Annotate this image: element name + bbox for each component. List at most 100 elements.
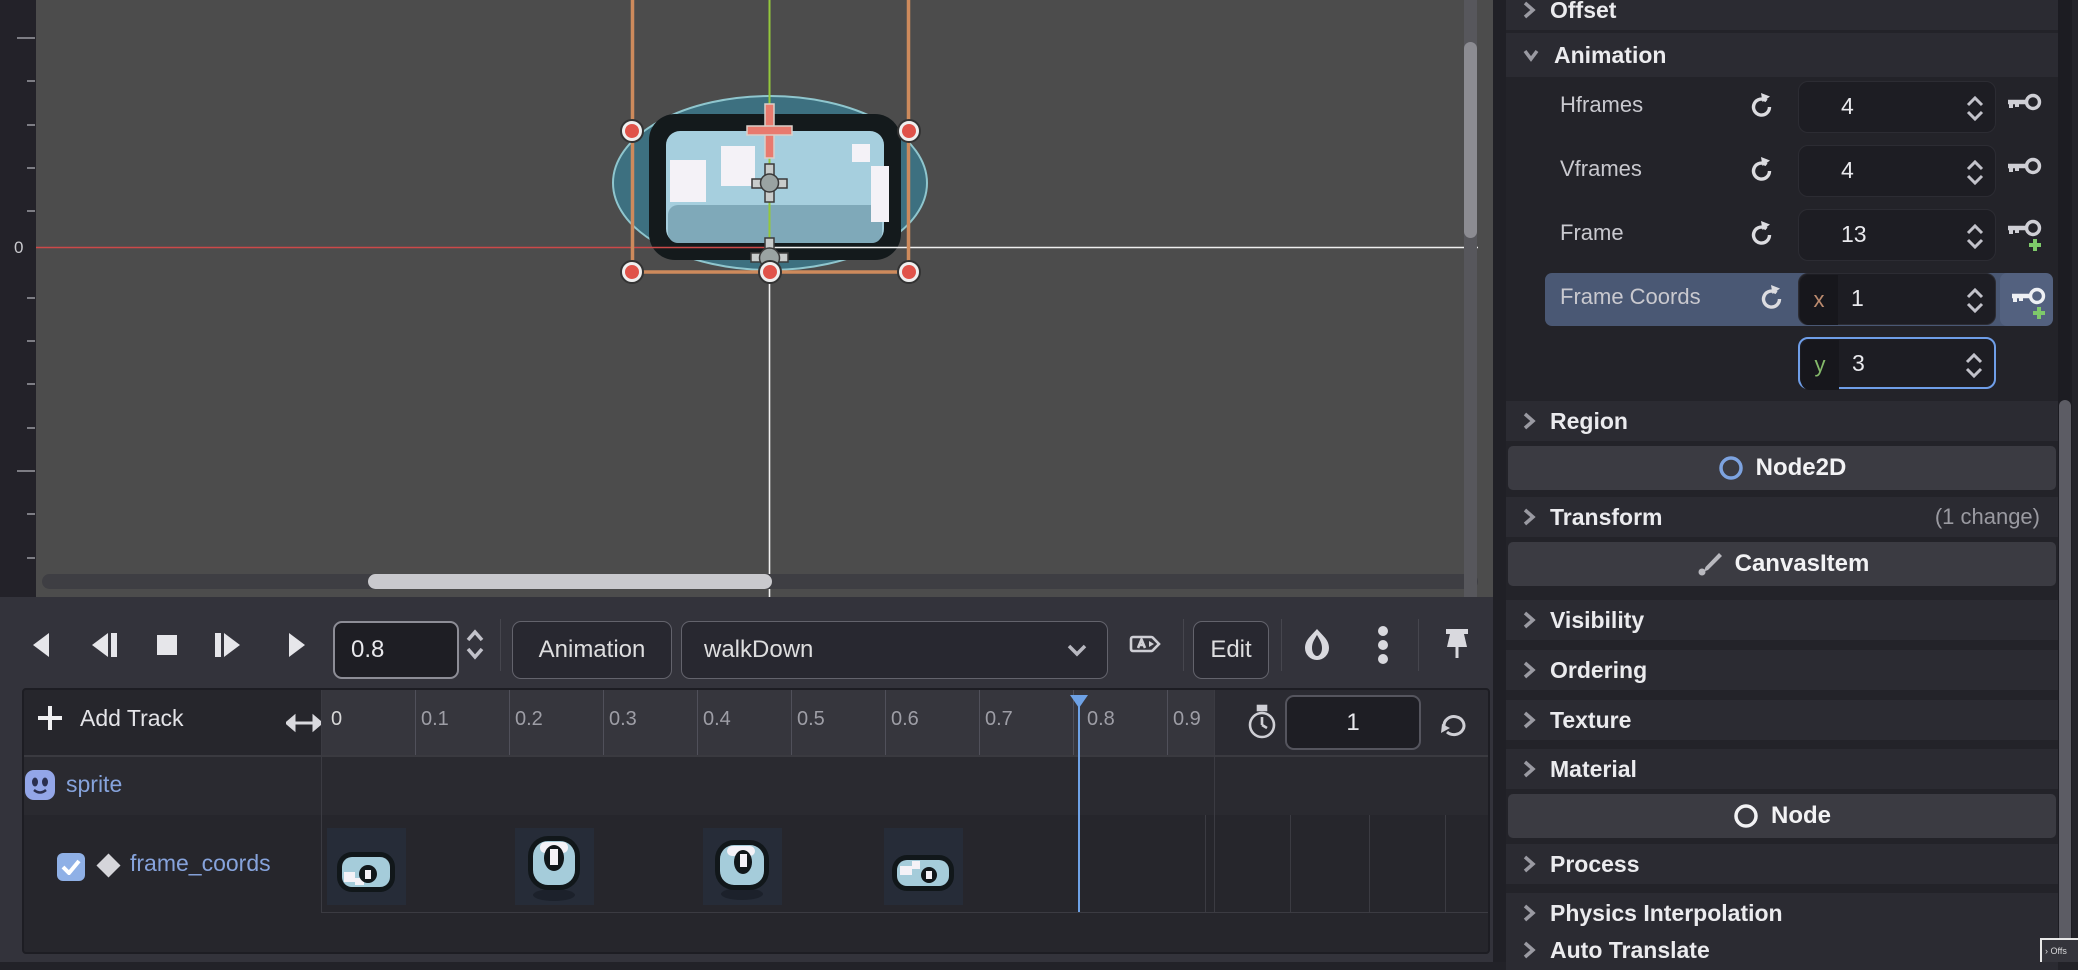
ruler-tick-label: 0.6 [891,708,919,731]
section-texture[interactable]: Texture [1506,700,2058,740]
keyframe-0.6[interactable] [884,828,963,905]
inspector-panel: Offset Animation Hframes 4 Vframes 4 [1506,0,2078,962]
seek-time-spinner[interactable] [460,621,490,669]
onion-skinning-icon[interactable] [1294,621,1340,669]
section-transform[interactable]: Transform (1 change) [1506,497,2058,537]
x-axis-chip: x [1800,275,1838,325]
track-editor: Add Track 0 0.1 0.2 0.3 0.4 0.5 0.6 0.7 … [22,688,1490,954]
section-animation[interactable]: Animation [1506,33,2058,77]
inspector-scrollbar[interactable] [2058,0,2072,962]
chevron-down-icon [1522,48,1540,62]
timeline-pan-icon[interactable] [286,712,322,739]
vertical-scrollbar-thumb[interactable] [1464,42,1477,238]
track-enabled-checkbox[interactable] [57,853,85,881]
time-icon [1246,704,1278,740]
revert-icon[interactable] [1758,283,1786,313]
ruler-tick-label: 0.9 [1173,708,1201,731]
brush-icon [1695,551,1723,577]
stop-button[interactable] [144,621,190,669]
autoplay-on-load-icon[interactable] [1124,621,1170,669]
key-icon[interactable] [2006,153,2046,187]
property-row-frame-coords[interactable]: Frame Coords x 1 [1506,267,2058,331]
frame-coords-y-spinbox[interactable]: y 3 [1798,337,1996,389]
spinner-icon[interactable] [1965,287,1985,315]
keyframe-0.4[interactable] [703,828,782,905]
chevron-right-icon [1522,411,1536,431]
chevron-right-icon [1522,940,1536,960]
section-physics-interpolation[interactable]: Physics Interpolation [1506,893,2058,933]
key-insert-icon[interactable] [2010,285,2052,323]
keyframe-diamond-icon [96,853,120,877]
play-from-end-button[interactable] [80,621,126,669]
panel-splitter[interactable] [1493,0,1506,962]
play-from-start-button[interactable] [206,621,252,669]
animation-select-dropdown[interactable]: walkDown [681,621,1108,679]
revert-icon[interactable] [1748,91,1776,121]
section-auto-translate[interactable]: Auto Translate [1506,930,2058,970]
add-track-button[interactable]: Add Track [36,704,184,732]
seek-time-value: 0.8 [351,636,384,664]
track-row-sprite[interactable]: sprite [24,757,1490,815]
play-button[interactable] [274,621,320,669]
playhead-line[interactable] [1078,695,1080,912]
chevron-right-icon [1522,710,1536,730]
scene-canvas[interactable] [0,0,1493,597]
category-canvasitem: CanvasItem [1508,542,2056,586]
keyframe-0.0[interactable] [327,828,406,905]
keyframe-0.2[interactable] [515,828,594,905]
section-material[interactable]: Material [1506,749,2058,789]
tooltip-preview: › Offs [2040,938,2078,962]
ruler-tick-label: 0.3 [609,708,637,731]
horizontal-scrollbar[interactable] [42,574,1478,589]
vertical-scrollbar[interactable] [1464,0,1477,597]
category-node2d: Node2D [1508,446,2056,490]
chevron-right-icon [1522,610,1536,630]
revert-icon[interactable] [1748,219,1776,249]
spinner-icon[interactable] [1964,352,1984,380]
more-options-icon[interactable] [1360,621,1406,669]
edit-button[interactable]: Edit [1193,621,1269,679]
hframes-spinbox[interactable]: 4 [1798,81,1996,133]
track-row-frame-coords[interactable]: frame_coords [24,815,1490,912]
ruler-tick-label: 0.8 [1087,708,1115,731]
section-ordering[interactable]: Ordering [1506,650,2058,690]
horizontal-scrollbar-thumb[interactable] [368,574,772,589]
chevron-right-icon [1522,759,1536,779]
animation-length-spinbox[interactable]: 1 [1285,695,1421,750]
inspector-scrollbar-thumb[interactable] [2059,400,2071,962]
property-row-vframes: Vframes 4 [1506,139,2058,203]
loop-icon[interactable] [1436,706,1472,740]
section-region[interactable]: Region [1506,401,2058,441]
pin-panel-icon[interactable] [1434,621,1480,669]
canvas-viewport[interactable]: 0 [0,0,1493,597]
animation-toolbar: 0.8 Animation walkDown Edit [0,605,1493,688]
ruler-tick-label: 0.2 [515,708,543,731]
key-insert-icon[interactable] [2006,217,2048,255]
play-backwards-button[interactable] [18,621,64,669]
seek-time-spinbox[interactable]: 0.8 [333,621,459,679]
section-offset[interactable]: Offset [1506,0,2058,30]
spinner-icon[interactable] [1965,159,1985,187]
section-process[interactable]: Process [1506,844,2058,884]
godot-editor: 0 0.8 Animation [0,0,2078,962]
section-visibility[interactable]: Visibility [1506,600,2058,640]
spinner-icon[interactable] [1965,223,1985,251]
frame-coords-x-spinbox[interactable]: x 1 [1798,273,1996,325]
vertical-ruler [0,0,36,597]
vframes-spinbox[interactable]: 4 [1798,145,1996,197]
ruler-tick-label: 0.5 [797,708,825,731]
ruler-origin-label: 0 [14,238,23,258]
ruler-tick-label: 0.4 [703,708,731,731]
property-row-hframes: Hframes 4 [1506,75,2058,139]
frame-spinbox[interactable]: 13 [1798,209,1996,261]
animation-panel: 0.8 Animation walkDown Edit [0,597,1493,962]
key-icon[interactable] [2006,89,2046,123]
chevron-right-icon [1522,854,1536,874]
ruler-tick-label: 0 [331,708,342,731]
chevron-right-icon [1522,903,1536,923]
animation-menu-button[interactable]: Animation [512,621,672,679]
ruler-tick-label: 0.7 [985,708,1013,731]
spinner-icon[interactable] [1965,95,1985,123]
transform-change-note: (1 change) [1935,504,2040,530]
revert-icon[interactable] [1748,155,1776,185]
